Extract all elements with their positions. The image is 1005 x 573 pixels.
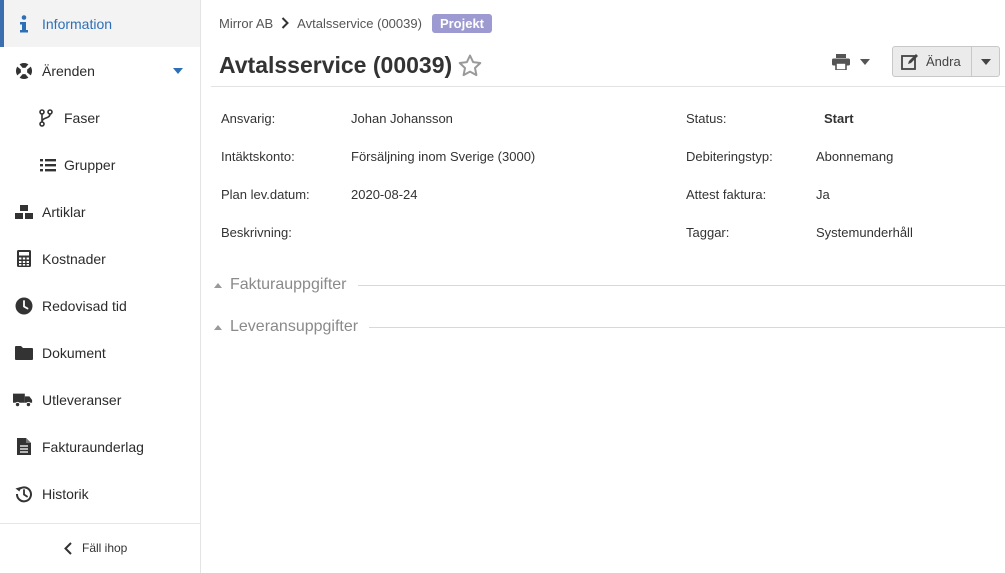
- collapse-label: Fäll ihop: [82, 541, 128, 555]
- edit-dropdown-button[interactable]: [971, 47, 999, 76]
- caret-up-icon: [214, 324, 222, 330]
- debiteringstyp-value: Abonnemang: [816, 149, 894, 164]
- sidebar-item-label: Ärenden: [42, 62, 95, 79]
- taggar-value: Systemunderhåll: [816, 225, 913, 240]
- list-icon: [38, 155, 58, 175]
- chevron-right-icon: [281, 17, 290, 29]
- page-title: Avtalsservice (00039): [219, 52, 453, 78]
- calculator-icon: [14, 249, 34, 269]
- sidebar-item-arenden[interactable]: Ärenden: [0, 47, 200, 94]
- document-icon: [14, 437, 34, 457]
- edit-button-group: Ändra: [892, 46, 1000, 77]
- sidebar-divider: [0, 523, 200, 524]
- edit-label: Ändra: [926, 54, 961, 69]
- ansvarig-label: Ansvarig:: [221, 111, 276, 126]
- sidebar-item-dokument[interactable]: Dokument: [0, 329, 200, 376]
- debiteringstyp-label: Debiteringstyp:: [686, 149, 773, 164]
- section-fakturauppgifter[interactable]: Fakturauppgifter: [214, 275, 347, 295]
- attest-label: Attest faktura:: [686, 187, 767, 202]
- edit-icon: [901, 53, 919, 70]
- boxes-icon: [14, 202, 34, 222]
- status-value: Start: [824, 111, 854, 126]
- sidebar-item-information[interactable]: Information: [0, 0, 200, 47]
- info-icon: [14, 14, 34, 34]
- star-icon[interactable]: [458, 54, 482, 77]
- sidebar-item-label: Fakturaunderlag: [42, 438, 144, 455]
- folder-icon: [14, 343, 34, 363]
- sidebar-item-label: Kostnader: [42, 250, 106, 267]
- sidebar-item-artiklar[interactable]: Artiklar: [0, 188, 200, 235]
- status-badge: Projekt: [431, 13, 493, 33]
- intaktskonto-value: Försäljning inom Sverige (3000): [351, 149, 536, 164]
- sidebar-item-label: Faser: [64, 109, 100, 126]
- printer-icon: [832, 54, 850, 70]
- branch-icon: [36, 108, 56, 128]
- beskrivning-label: Beskrivning:: [221, 225, 292, 240]
- intaktskonto-label: Intäktskonto:: [221, 149, 295, 164]
- sidebar-item-faser[interactable]: Faser: [0, 94, 200, 141]
- sidebar-item-label: Dokument: [42, 344, 106, 361]
- chevron-down-icon[interactable]: [173, 68, 183, 74]
- chevron-down-icon: [980, 58, 991, 65]
- ansvarig-value: Johan Johansson: [351, 111, 453, 126]
- section-title: Fakturauppgifter: [230, 276, 347, 293]
- chevron-left-icon: [64, 541, 72, 555]
- section-divider: [369, 327, 1005, 328]
- lifebuoy-icon: [14, 61, 34, 81]
- sidebar: Information Ärenden Faser Grupper Artikl…: [0, 0, 201, 573]
- sidebar-item-historik[interactable]: Historik: [0, 470, 200, 517]
- sidebar-item-redovisad-tid[interactable]: Redovisad tid: [0, 282, 200, 329]
- attest-value: Ja: [816, 187, 830, 202]
- print-button[interactable]: [832, 50, 878, 74]
- section-title: Leveransuppgifter: [230, 318, 359, 335]
- sidebar-item-grupper[interactable]: Grupper: [0, 141, 200, 188]
- sidebar-item-label: Utleveranser: [42, 391, 122, 408]
- sidebar-item-fakturaunderlag[interactable]: Fakturaunderlag: [0, 423, 200, 470]
- collapse-sidebar-button[interactable]: Fäll ihop: [64, 537, 127, 559]
- sidebar-item-label: Information: [42, 15, 113, 32]
- sidebar-item-label: Artiklar: [42, 203, 86, 220]
- history-icon: [14, 484, 34, 504]
- status-label: Status:: [686, 111, 727, 126]
- sidebar-item-label: Grupper: [64, 156, 116, 173]
- sidebar-item-utleveranser[interactable]: Utleveranser: [0, 376, 200, 423]
- chevron-down-icon: [860, 59, 870, 65]
- section-leveransuppgifter[interactable]: Leveransuppgifter: [214, 317, 358, 337]
- caret-up-icon: [214, 282, 222, 288]
- taggar-label: Taggar:: [686, 225, 730, 240]
- sidebar-item-kostnader[interactable]: Kostnader: [0, 235, 200, 282]
- section-divider: [358, 285, 1005, 286]
- sidebar-item-label: Historik: [42, 485, 89, 502]
- breadcrumb: Mirror AB Avtalsservice (00039) Projekt: [219, 13, 493, 33]
- plan-value: 2020-08-24: [351, 187, 418, 202]
- truck-icon: [13, 390, 33, 410]
- plan-label: Plan lev.datum:: [221, 187, 310, 202]
- edit-button[interactable]: Ändra: [893, 47, 971, 76]
- header-divider: [211, 86, 1005, 87]
- breadcrumb-company[interactable]: Mirror AB: [219, 16, 273, 31]
- page-title-row: Avtalsservice (00039): [219, 52, 482, 79]
- breadcrumb-current: Avtalsservice (00039): [297, 15, 422, 31]
- clock-icon: [14, 296, 34, 316]
- sidebar-item-label: Redovisad tid: [42, 297, 127, 314]
